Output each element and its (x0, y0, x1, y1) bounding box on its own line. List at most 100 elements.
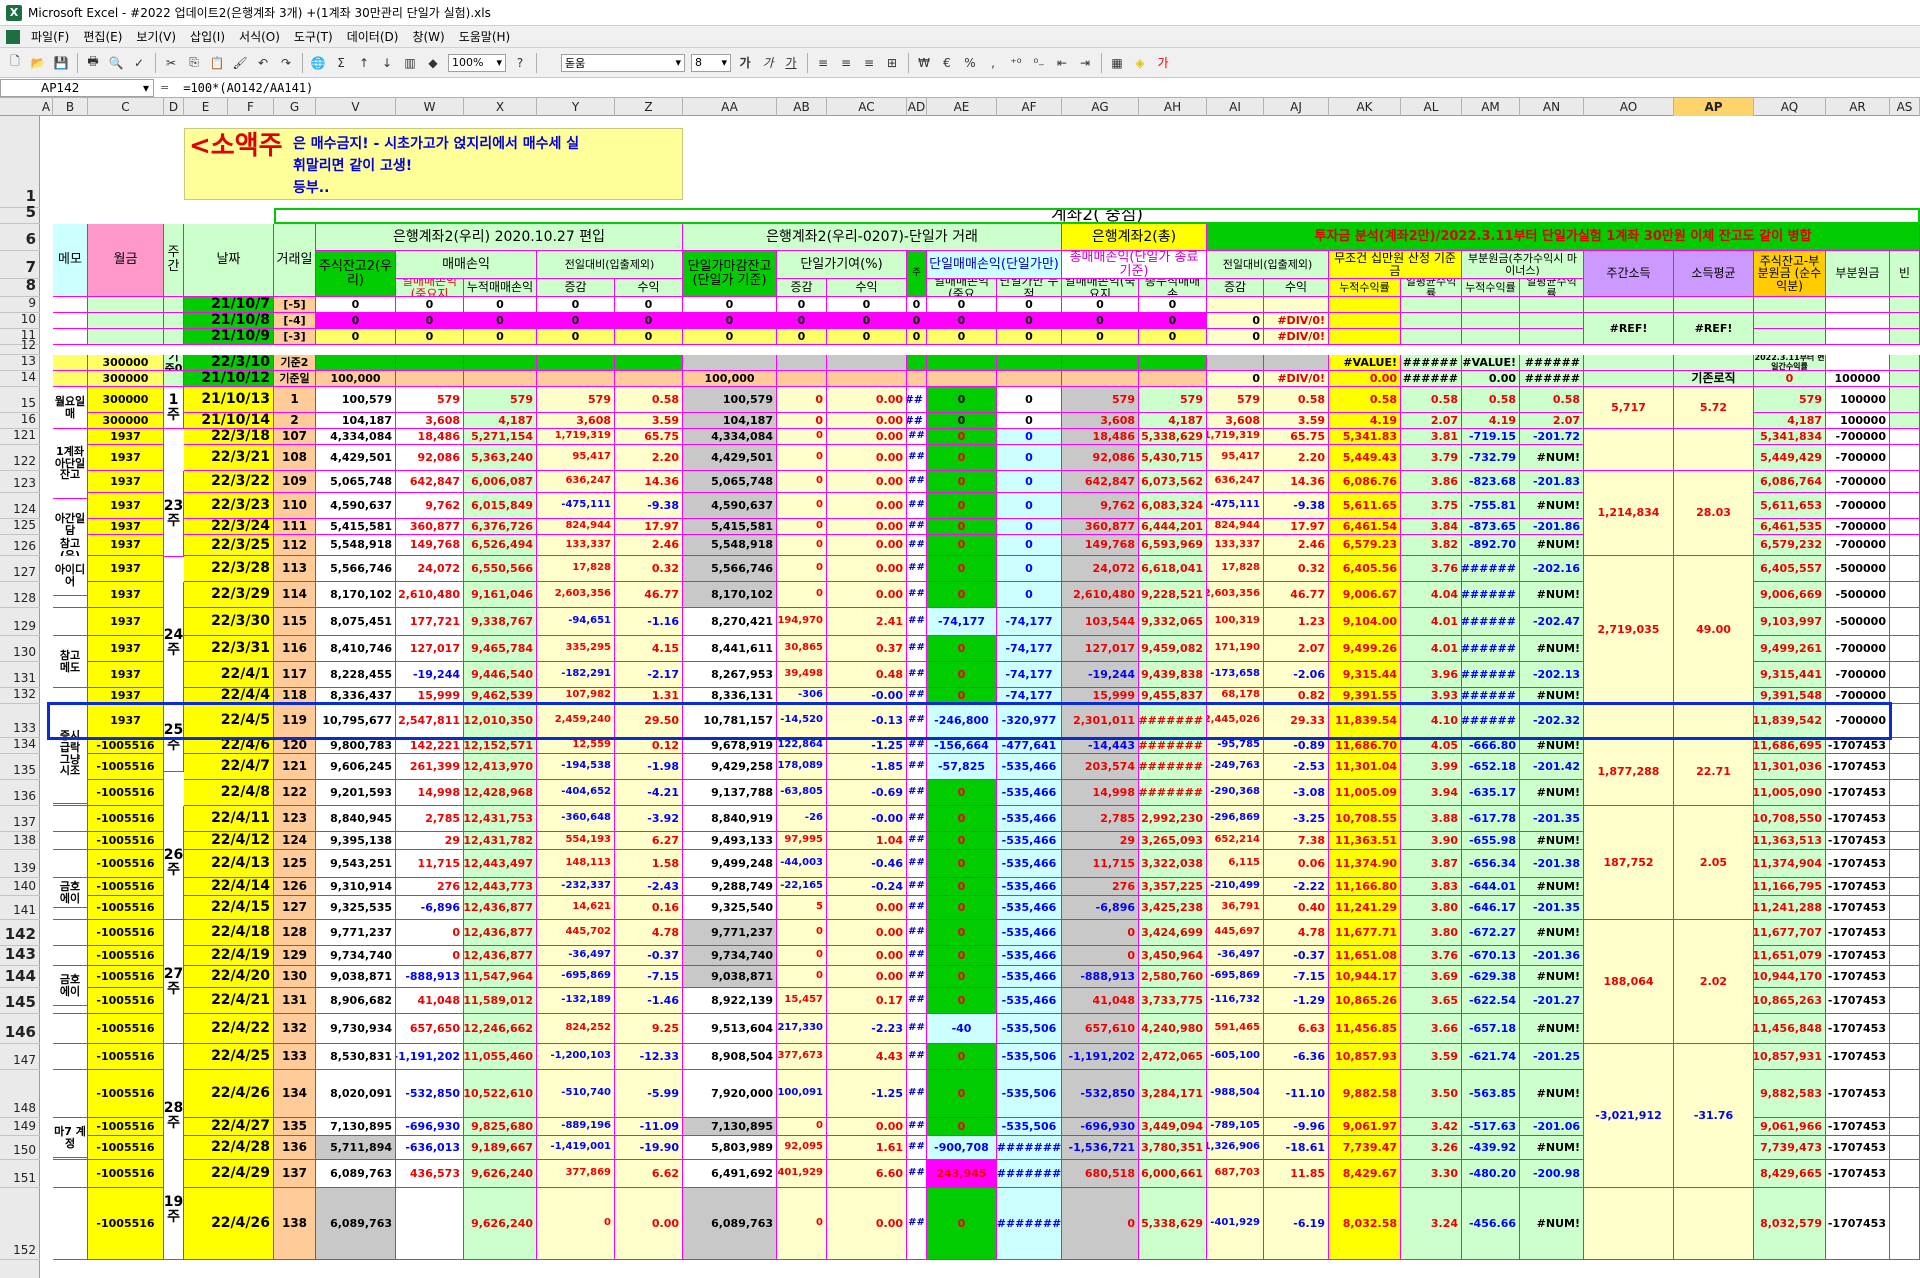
cell[interactable]: 1.61 (827, 1136, 907, 1160)
cell[interactable]: -500000 (1826, 556, 1890, 582)
cell[interactable] (615, 371, 683, 387)
cell[interactable]: 360,877 (396, 519, 464, 535)
cell[interactable]: 11,301.04 (1329, 754, 1401, 780)
cell[interactable]: -1005516 (88, 966, 164, 988)
cell[interactable]: -629.38 (1462, 966, 1520, 988)
cell[interactable]: ####### (1139, 754, 1207, 780)
cell[interactable]: 2,992,230 (1139, 806, 1207, 832)
cell[interactable]: -532,850 (1062, 1070, 1139, 1118)
spell-icon[interactable]: ✓ (128, 52, 150, 74)
cell[interactable]: 114 (274, 582, 316, 608)
cell[interactable] (53, 313, 88, 329)
cell[interactable]: 680,518 (1062, 1160, 1139, 1188)
cell[interactable]: 142,221 (396, 738, 464, 754)
row-header-146[interactable]: 146 (0, 1014, 40, 1044)
cell[interactable]: -900,708 (927, 1136, 997, 1160)
currency-icon[interactable]: ₩ (913, 52, 935, 74)
cell[interactable]: 335,295 (537, 636, 615, 662)
cell[interactable]: 9,189,667 (464, 1136, 537, 1160)
cell[interactable]: 0 (1139, 313, 1207, 329)
row-header-138[interactable]: 138 (0, 832, 40, 850)
cell[interactable]: -1707453 (1826, 754, 1890, 780)
cell[interactable]: 1 (274, 387, 316, 413)
cell[interactable]: 97,995 (777, 832, 827, 850)
cell[interactable] (1062, 371, 1139, 387)
cell[interactable]: 22/4/7 (184, 754, 274, 780)
cell[interactable]: 9,038,871 (683, 966, 777, 988)
cell[interactable]: ###### (1520, 371, 1584, 387)
cell[interactable] (827, 355, 907, 371)
column-header-z[interactable]: Z (615, 98, 683, 116)
cell[interactable]: ## (907, 1014, 927, 1044)
cell[interactable]: 9,395,138 (316, 832, 396, 850)
cell[interactable]: 11,686,695 (1754, 738, 1826, 754)
cell[interactable]: 11.85 (1264, 1160, 1329, 1188)
cell[interactable]: 10,944,170 (1754, 966, 1826, 988)
cell[interactable]: 2.41 (827, 608, 907, 636)
cell[interactable]: 1937 (88, 429, 164, 445)
cell[interactable]: 은행계좌2(총) (1062, 224, 1207, 251)
cell[interactable]: 92,095 (777, 1136, 827, 1160)
cell[interactable]: 22/3/30 (184, 608, 274, 636)
cell[interactable]: -36,497 (1207, 946, 1264, 966)
cell[interactable]: 은행계좌2(우리) 2020.10.27 편입 (316, 224, 683, 251)
cell[interactable]: 22/4/13 (184, 850, 274, 878)
cell[interactable]: 21/10/12 (184, 371, 274, 387)
column-header-v[interactable]: V (316, 98, 396, 116)
cell[interactable]: 1937 (88, 636, 164, 662)
cell[interactable]: -1005516 (88, 832, 164, 850)
cell[interactable]: -156,664 (927, 738, 997, 754)
cell[interactable]: 9,626,240 (464, 1188, 537, 1260)
cell[interactable]: 10,944.17 (1329, 966, 1401, 988)
cell[interactable]: -201.86 (1520, 519, 1584, 535)
cell[interactable]: 22/3/29 (184, 582, 274, 608)
cell[interactable]: -1.46 (615, 988, 683, 1014)
cell[interactable]: 0 (1139, 329, 1207, 345)
cell[interactable]: -0.37 (1264, 946, 1329, 966)
cell[interactable]: 9,459,082 (1139, 636, 1207, 662)
cell[interactable]: 12,443,773 (464, 878, 537, 896)
cell[interactable]: ## (907, 556, 927, 582)
cell[interactable]: 9,038,871 (316, 966, 396, 988)
memo-cell[interactable]: 마7 계정 (53, 1118, 88, 1158)
cell[interactable] (1826, 313, 1890, 329)
cell[interactable]: 0 (396, 297, 464, 313)
cell[interactable]: 579 (1062, 387, 1139, 413)
cell[interactable]: 22/4/22 (184, 1014, 274, 1044)
cell[interactable]: ## (907, 1136, 927, 1160)
cell[interactable] (1584, 1188, 1674, 1260)
cell[interactable]: 6,593,969 (1139, 535, 1207, 556)
cell[interactable]: 0 (997, 413, 1062, 429)
cell[interactable]: 657,650 (396, 1014, 464, 1044)
cell[interactable]: -1707453 (1826, 1160, 1890, 1188)
row-header-131[interactable]: 131 (0, 662, 40, 688)
cell[interactable]: -1005516 (88, 1136, 164, 1160)
cell[interactable]: 445,697 (1207, 920, 1264, 946)
cell[interactable]: #NUM! (1520, 1070, 1584, 1118)
increase-decimal-icon[interactable]: ⁺⁰ (1005, 52, 1027, 74)
cell[interactable] (1890, 371, 1920, 387)
cell[interactable]: 24,072 (1062, 556, 1139, 582)
cell[interactable]: [-5] (274, 297, 316, 313)
cell[interactable]: -535,466 (997, 966, 1062, 988)
cell[interactable]: 10,708.55 (1329, 806, 1401, 832)
cell[interactable] (88, 297, 164, 313)
cell[interactable] (777, 355, 827, 371)
cell[interactable]: 거래일 (274, 224, 316, 297)
font-color-icon[interactable]: 가 (1152, 52, 1174, 74)
cell[interactable]: -40 (927, 1014, 997, 1044)
cell[interactable]: -210,499 (1207, 878, 1264, 896)
cell[interactable]: 9,137,788 (683, 780, 777, 806)
cell[interactable]: 134 (274, 1070, 316, 1118)
cell[interactable]: -26 (777, 806, 827, 832)
cell[interactable]: 8,270,421 (683, 608, 777, 636)
cell[interactable]: -510,740 (537, 1070, 615, 1118)
cell[interactable]: #NUM! (1520, 1136, 1584, 1160)
cell[interactable]: -2.43 (615, 878, 683, 896)
cell[interactable]: 4.78 (1264, 920, 1329, 946)
cell[interactable]: 3,322,038 (1139, 850, 1207, 878)
cell[interactable]: 171,190 (1207, 636, 1264, 662)
cell[interactable]: -755.81 (1462, 493, 1520, 519)
cell[interactable]: 109 (274, 471, 316, 493)
cell[interactable]: 0 (316, 297, 396, 313)
